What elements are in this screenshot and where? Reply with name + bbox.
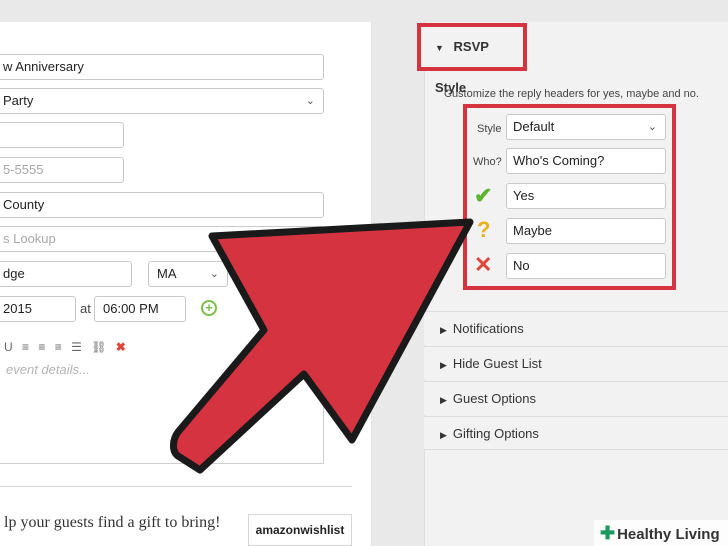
- who-value: Who's Coming?: [513, 153, 605, 168]
- triangle-right-icon: ▶: [440, 395, 447, 405]
- who-input[interactable]: Who's Coming?: [506, 148, 666, 174]
- time-input[interactable]: 06:00 PM: [94, 296, 186, 322]
- page: w Anniversary Party ⌄ 5-5555 County s Lo…: [0, 0, 728, 546]
- maybe-value: Maybe: [513, 223, 553, 238]
- state-select[interactable]: MA ⌄: [148, 261, 228, 287]
- phone-input[interactable]: 5-5555: [0, 157, 124, 183]
- divider: [0, 486, 352, 487]
- editor-toolbar: U ≡ ≡ ≡ ☰ ⛓ ✖: [0, 340, 160, 356]
- section-label: Notifications: [452, 321, 524, 336]
- address-lookup-input[interactable]: s Lookup: [0, 226, 324, 252]
- section-notifications[interactable]: ▶ Notifications: [424, 311, 728, 345]
- triangle-right-icon: ▶: [440, 360, 447, 370]
- healthy-living-watermark: ✚ Healthy Living: [594, 520, 728, 546]
- yes-value: Yes: [513, 188, 535, 203]
- question-icon: ?: [477, 217, 491, 242]
- no-input[interactable]: No: [506, 253, 666, 279]
- event-name-value: w Anniversary: [3, 59, 84, 74]
- chevron-down-icon: ⌄: [647, 121, 657, 133]
- at-label: at: [80, 301, 91, 316]
- list-button[interactable]: ☰: [71, 340, 82, 354]
- section-guest-options[interactable]: ▶ Guest Options: [424, 381, 728, 415]
- underline-button[interactable]: U: [4, 340, 13, 354]
- check-icon: ✔: [474, 183, 493, 208]
- yes-input[interactable]: Yes: [506, 183, 666, 209]
- state-value: MA: [157, 266, 177, 281]
- location-input[interactable]: County: [0, 192, 324, 218]
- brand-name: Healthy Living: [617, 526, 720, 543]
- rsvp-description: Customize the reply headers for yes, may…: [444, 88, 699, 100]
- clear-format-button[interactable]: ✖: [116, 340, 126, 354]
- section-label: Hide Guest List: [452, 356, 542, 371]
- section-gifting-options[interactable]: ▶ Gifting Options: [424, 416, 728, 450]
- event-type-select[interactable]: Party ⌄: [0, 88, 324, 114]
- chevron-down-icon: ⌄: [305, 95, 315, 107]
- style-value: Default: [513, 119, 555, 134]
- section-label: Gifting Options: [452, 426, 539, 441]
- details-placeholder: event details...: [6, 362, 90, 377]
- section-hide-guest-list[interactable]: ▶ Hide Guest List: [424, 346, 728, 380]
- triangle-down-icon: ▼: [435, 43, 444, 53]
- address-lookup-placeholder: s Lookup: [3, 231, 56, 246]
- style-label: Style: [477, 123, 502, 135]
- date-value: 2015: [3, 301, 32, 316]
- event-name-input[interactable]: w Anniversary: [0, 54, 324, 80]
- align-center-button[interactable]: ≡: [38, 340, 45, 354]
- location-value: County: [3, 197, 45, 212]
- city-input[interactable]: dge: [0, 261, 132, 287]
- plus-logo-icon: ✚: [600, 523, 616, 543]
- align-right-button[interactable]: ≡: [55, 340, 62, 354]
- gift-prompt: lp your guests find a gift to bring!: [4, 514, 221, 531]
- triangle-right-icon: ▶: [440, 325, 447, 335]
- city-value: dge: [3, 266, 25, 281]
- event-type-value: Party: [3, 93, 34, 108]
- rsvp-style-header[interactable]: ▼ RSVP Style: [417, 23, 527, 95]
- host-input[interactable]: [0, 122, 124, 148]
- add-time-button[interactable]: +: [201, 300, 217, 316]
- zip-value: Z: [247, 266, 255, 281]
- chevron-down-icon: ⌄: [209, 268, 219, 280]
- phone-placeholder: 5-5555: [3, 162, 44, 177]
- date-input[interactable]: 2015: [0, 296, 76, 322]
- event-details-editor[interactable]: event details...: [0, 356, 324, 464]
- triangle-right-icon: ▶: [440, 430, 447, 440]
- maybe-input[interactable]: Maybe: [506, 218, 666, 244]
- zip-input[interactable]: Z: [238, 261, 298, 287]
- wishlist-label: amazonwishlist: [255, 523, 345, 537]
- no-value: No: [513, 258, 530, 273]
- time-value: 06:00 PM: [103, 301, 159, 316]
- section-label: Guest Options: [452, 391, 537, 406]
- align-left-button[interactable]: ≡: [22, 340, 29, 354]
- amazon-wishlist-button[interactable]: amazonwishlist: [248, 514, 352, 546]
- who-label: Who?: [473, 156, 502, 168]
- x-icon: ✕: [474, 252, 493, 277]
- link-button[interactable]: ⛓: [91, 340, 106, 354]
- style-select[interactable]: Default ⌄: [506, 114, 666, 140]
